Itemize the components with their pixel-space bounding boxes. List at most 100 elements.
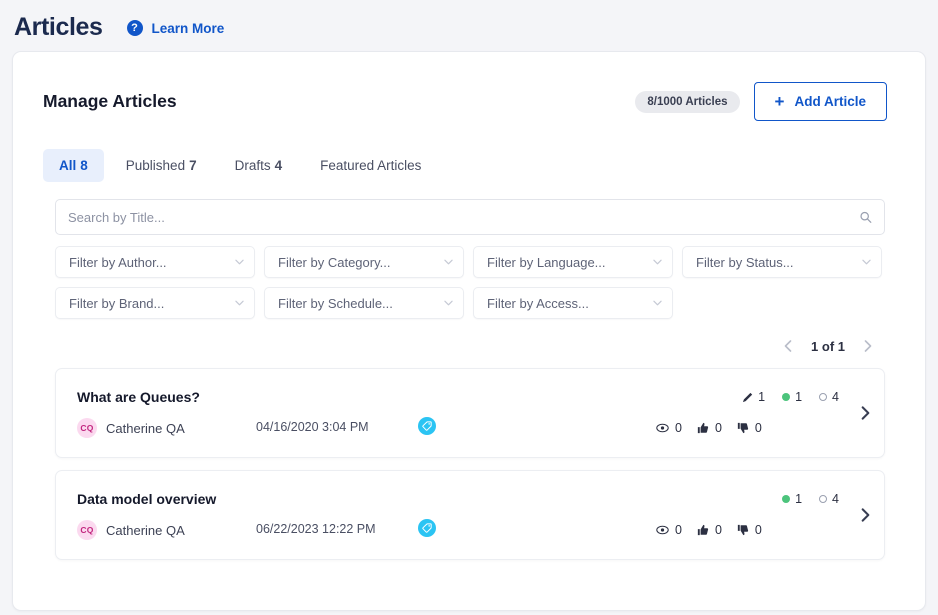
dislikes-value: 0 bbox=[755, 421, 762, 435]
article-title: Data model overview bbox=[77, 491, 216, 507]
chevron-down-icon bbox=[444, 300, 453, 306]
hollow-circle-icon bbox=[819, 393, 827, 401]
tag-badge-icon[interactable] bbox=[418, 417, 436, 435]
tab-label: Drafts bbox=[235, 158, 271, 173]
eye-icon bbox=[656, 423, 669, 433]
draft-count-stat: 4 bbox=[819, 390, 839, 404]
pagination-next-button[interactable] bbox=[855, 333, 881, 359]
question-circle-icon: ? bbox=[127, 20, 143, 36]
page-header: Articles ? Learn More bbox=[0, 0, 938, 46]
tab-label: Featured Articles bbox=[320, 158, 421, 173]
article-engagement-stats: 0 0 0 bbox=[656, 523, 762, 537]
published-count-value: 1 bbox=[795, 492, 802, 506]
article-engagement-stats: 0 0 0 bbox=[656, 421, 762, 435]
thumbs-down-icon bbox=[737, 524, 749, 536]
article-count-badge: 8/1000 Articles bbox=[635, 91, 739, 113]
article-author: Catherine QA bbox=[106, 421, 185, 436]
dropdown-filter-by-status[interactable]: Filter by Status... bbox=[682, 246, 882, 278]
tab-drafts[interactable]: Drafts 4 bbox=[219, 149, 299, 182]
chevron-right-icon[interactable] bbox=[861, 406, 870, 420]
published-count-value: 1 bbox=[795, 390, 802, 404]
learn-more-link[interactable]: ? Learn More bbox=[127, 20, 225, 36]
likes-value: 0 bbox=[715, 421, 722, 435]
dropdown-label: Filter by Category... bbox=[278, 255, 390, 270]
article-list: What are Queues?CQCatherine QA04/16/2020… bbox=[55, 368, 885, 560]
green-dot-icon bbox=[782, 495, 790, 503]
chevron-down-icon bbox=[235, 259, 244, 265]
dropdown-filter-by-language[interactable]: Filter by Language... bbox=[473, 246, 673, 278]
dropdown-label: Filter by Language... bbox=[487, 255, 606, 270]
dropdown-label: Filter by Brand... bbox=[69, 296, 164, 311]
pagination-prev-button[interactable] bbox=[775, 333, 801, 359]
views-stat: 0 bbox=[656, 421, 682, 435]
add-article-label: Add Article bbox=[794, 94, 866, 109]
article-title: What are Queues? bbox=[77, 389, 200, 405]
views-value: 0 bbox=[675, 421, 682, 435]
eye-icon bbox=[656, 525, 669, 535]
hollow-circle-icon bbox=[819, 495, 827, 503]
article-date: 06/22/2023 12:22 PM bbox=[256, 522, 376, 536]
published-count-stat: 1 bbox=[782, 390, 802, 404]
learn-more-label: Learn More bbox=[152, 21, 225, 36]
draft-count-value: 4 bbox=[832, 492, 839, 506]
tab-label: All bbox=[59, 158, 76, 173]
dropdown-filter-by-category[interactable]: Filter by Category... bbox=[264, 246, 464, 278]
pagination-label: 1 of 1 bbox=[805, 339, 851, 354]
card-header-actions: 8/1000 Articles + Add Article bbox=[635, 82, 887, 121]
search-container bbox=[55, 199, 885, 235]
dropdown-label: Filter by Author... bbox=[69, 255, 167, 270]
article-status-stats: 14 bbox=[782, 492, 839, 506]
search-input[interactable] bbox=[55, 199, 885, 235]
dropdown-filter-by-brand[interactable]: Filter by Brand... bbox=[55, 287, 255, 319]
likes-stat: 0 bbox=[697, 421, 722, 435]
avatar: CQ bbox=[77, 418, 97, 438]
article-author-block: CQ Catherine QA bbox=[77, 418, 185, 438]
pagination: 1 of 1 bbox=[13, 333, 881, 359]
article-row[interactable]: Data model overview CQ Catherine QA 06/22/2… bbox=[55, 470, 885, 560]
views-value: 0 bbox=[675, 523, 682, 537]
tag-badge-icon[interactable] bbox=[418, 519, 436, 537]
dropdown-label: Filter by Schedule... bbox=[278, 296, 393, 311]
published-count-stat: 1 bbox=[782, 492, 802, 506]
add-article-button[interactable]: + Add Article bbox=[754, 82, 887, 121]
chevron-down-icon bbox=[235, 300, 244, 306]
dislikes-stat: 0 bbox=[737, 421, 762, 435]
tab-bar: All 8 Published7 Drafts 4 Featured Articles bbox=[13, 121, 925, 182]
manage-articles-card: Manage Articles 8/1000 Articles + Add Ar… bbox=[12, 51, 926, 611]
chevron-right-icon[interactable] bbox=[861, 508, 870, 522]
chevron-down-icon bbox=[653, 300, 662, 306]
thumbs-up-icon bbox=[697, 422, 709, 434]
filter-bar: Filter by Author... Filter by Category...… bbox=[55, 246, 885, 319]
chevron-down-icon bbox=[653, 259, 662, 265]
likes-value: 0 bbox=[715, 523, 722, 537]
article-status-stats: 1 1 4 bbox=[742, 390, 839, 404]
tab-all[interactable]: All 8 bbox=[43, 149, 104, 182]
thumbs-down-icon bbox=[737, 422, 749, 434]
tab-count: 7 bbox=[189, 158, 197, 173]
likes-stat: 0 bbox=[697, 523, 722, 537]
dropdown-label: Filter by Status... bbox=[696, 255, 794, 270]
plus-icon: + bbox=[775, 93, 785, 110]
dropdown-label: Filter by Access... bbox=[487, 296, 589, 311]
draft-count-value: 4 bbox=[832, 390, 839, 404]
tab-published[interactable]: Published7 bbox=[110, 149, 213, 182]
dislikes-stat: 0 bbox=[737, 523, 762, 537]
page-title: Articles bbox=[14, 13, 103, 42]
edit-count-stat: 1 bbox=[742, 390, 765, 404]
avatar: CQ bbox=[77, 520, 97, 540]
article-author: Catherine QA bbox=[106, 523, 185, 538]
green-dot-icon bbox=[782, 393, 790, 401]
thumbs-up-icon bbox=[697, 524, 709, 536]
dropdown-filter-by-schedule[interactable]: Filter by Schedule... bbox=[264, 287, 464, 319]
card-header: Manage Articles 8/1000 Articles + Add Ar… bbox=[13, 52, 925, 121]
draft-count-stat: 4 bbox=[819, 492, 839, 506]
tab-featured-articles[interactable]: Featured Articles bbox=[304, 149, 437, 182]
article-row[interactable]: What are Queues?CQCatherine QA04/16/2020… bbox=[55, 368, 885, 458]
chevron-down-icon bbox=[862, 259, 871, 265]
chevron-down-icon bbox=[444, 259, 453, 265]
dropdown-filter-by-author[interactable]: Filter by Author... bbox=[55, 246, 255, 278]
tab-count: 4 bbox=[275, 158, 283, 173]
dislikes-value: 0 bbox=[755, 523, 762, 537]
dropdown-filter-by-access[interactable]: Filter by Access... bbox=[473, 287, 673, 319]
tab-count: 8 bbox=[80, 158, 88, 173]
